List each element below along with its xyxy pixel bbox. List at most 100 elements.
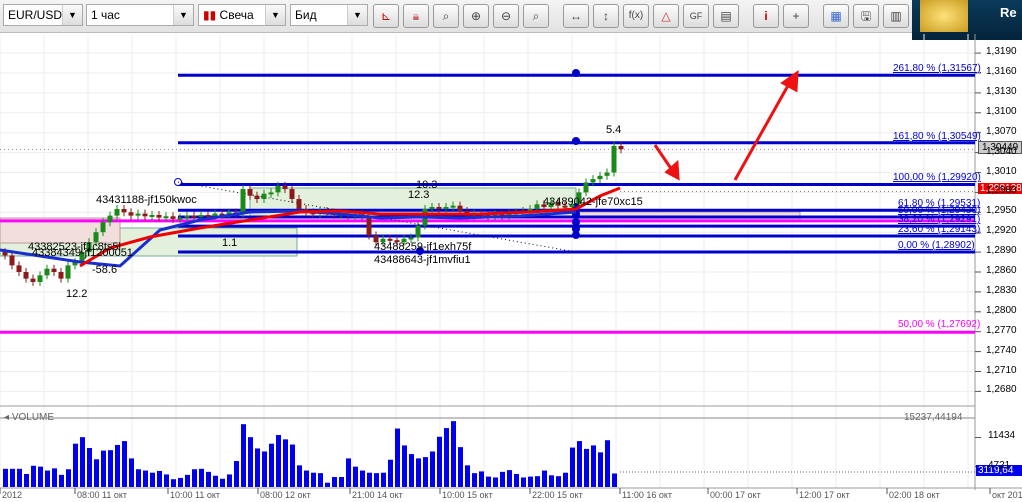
volume-bar [136, 469, 141, 487]
volume-bar [227, 474, 232, 487]
candle [247, 189, 253, 196]
candle [163, 216, 169, 219]
candle [44, 268, 50, 276]
fib-handle[interactable] [572, 218, 580, 226]
candle [37, 275, 43, 282]
volume-bar [213, 475, 218, 487]
candle [268, 192, 274, 195]
time-tick-label: окт 201 [992, 490, 1022, 500]
volume-bar [325, 482, 330, 487]
candle [177, 217, 183, 220]
trade-value-label: -58.6 [92, 264, 118, 276]
candle [170, 216, 176, 219]
volume-bar [157, 470, 162, 487]
volume-bar [255, 448, 260, 487]
volume-bar [430, 451, 435, 487]
price-tick-label: 1,2860 [986, 265, 1017, 276]
fib-handle[interactable] [572, 69, 580, 77]
volume-bar [472, 473, 477, 487]
volume-bar [465, 465, 470, 487]
volume-bar [402, 445, 407, 487]
candle [184, 215, 190, 218]
price-chart[interactable] [0, 0, 1022, 502]
price-tick-label: 1,2710 [986, 364, 1017, 376]
candle [128, 212, 134, 216]
candle [16, 265, 22, 272]
candle [296, 199, 302, 209]
price-tick-label: 1,2770 [986, 324, 1017, 336]
candle [366, 216, 372, 236]
grid [0, 34, 975, 488]
price-tick-label: 1,3040 [986, 145, 1017, 157]
candle [149, 214, 155, 217]
price-tick-label: 1,2740 [986, 344, 1017, 356]
volume-bar [451, 421, 456, 487]
volume-bar [52, 468, 57, 487]
volume-bar [486, 476, 491, 487]
volume-bar [493, 477, 498, 487]
order-label: 43488643-jf1mvfiu1 [374, 254, 471, 266]
trade-value-label: 12.2 [66, 288, 88, 300]
volume-bar [388, 459, 393, 487]
volume-bar [374, 473, 379, 487]
candle [597, 175, 603, 180]
volume-bar [367, 472, 372, 487]
fib-level-label: 161,80 % (1,30549) [893, 130, 981, 142]
candle [534, 204, 540, 209]
candle [450, 205, 456, 208]
volume-bar [143, 470, 148, 487]
candle [135, 213, 141, 216]
candle [254, 195, 260, 200]
candle [282, 185, 288, 190]
price-tick-label: 1,2950 [986, 205, 1017, 217]
fib-level-label: 261,80 % (1,31567) [893, 63, 981, 75]
volume-bar [45, 470, 50, 487]
volume-bar [577, 441, 582, 487]
candle [198, 214, 204, 217]
volume-bar [192, 469, 197, 487]
volume-bar [38, 466, 43, 487]
candle [121, 208, 127, 213]
fib-handle[interactable] [572, 231, 580, 239]
candle [415, 225, 421, 238]
volume-bar [563, 472, 568, 487]
candle [289, 189, 295, 200]
trade-value-label: 10.3 [416, 179, 438, 191]
volume-bar [185, 474, 190, 487]
volume-bar [101, 450, 106, 487]
volume-bar [31, 465, 36, 487]
price-tick-label: 1,2800 [986, 304, 1017, 316]
time-tick-label: 08:00 11 окт [77, 490, 128, 500]
volume-bar [10, 468, 15, 487]
volume-bar [206, 471, 211, 487]
volume-bar [129, 458, 134, 487]
volume-bar [612, 473, 617, 487]
candle [107, 215, 113, 223]
volume-bar [605, 440, 610, 487]
trade-value-label: 1.1 [222, 237, 238, 249]
volume-bar [444, 428, 449, 487]
volume-bar [199, 468, 204, 487]
price-tick-label: 1,3070 [986, 125, 1017, 137]
candle [275, 185, 281, 193]
volume-bar [150, 472, 155, 487]
volume-bar [542, 470, 547, 487]
magenta-level-label: 50,00 % (1,27692) [898, 319, 981, 331]
volume-bar [381, 472, 386, 487]
volume-bar [164, 474, 169, 487]
candle [156, 214, 162, 218]
volume-bar [283, 439, 288, 487]
volume-bar [262, 451, 267, 487]
fib-handle[interactable] [572, 137, 580, 145]
candle [436, 206, 442, 209]
volume-bar [297, 465, 302, 487]
volume-bar [311, 472, 316, 487]
candle [51, 268, 57, 272]
fib-level-label: 100,00 % (1,29920) [893, 172, 981, 184]
volume-bar [178, 477, 183, 487]
volume-bar [500, 471, 505, 487]
candle [618, 145, 624, 150]
volume-bar [598, 452, 603, 487]
order-label: 43489042-jfe70xc15 [543, 196, 643, 208]
volume-bar [108, 450, 113, 487]
